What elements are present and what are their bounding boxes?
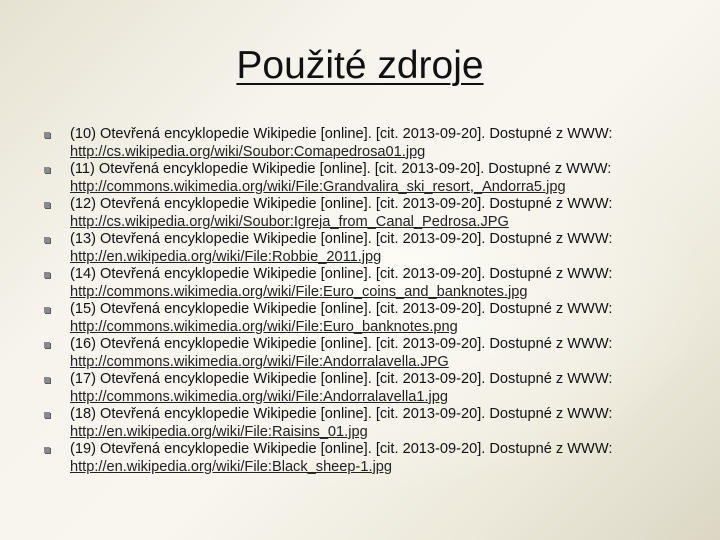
square-bullet-icon	[44, 342, 50, 348]
reference-list: (10) Otevřená encyklopedie Wikipedie [on…	[44, 126, 684, 476]
square-bullet-icon	[44, 167, 50, 173]
reference-text: (11) Otevřená encyklopedie Wikipedie [on…	[70, 161, 612, 177]
reference-link[interactable]: http://commons.wikimedia.org/wiki/File:G…	[70, 179, 684, 197]
reference-link[interactable]: http://en.wikipedia.org/wiki/File:Raisin…	[70, 424, 684, 442]
square-bullet-icon	[44, 237, 50, 243]
reference-link[interactable]: http://commons.wikimedia.org/wiki/File:E…	[70, 319, 684, 337]
reference-link[interactable]: http://en.wikipedia.org/wiki/File:Black_…	[70, 459, 684, 477]
reference-text: (19) Otevřená encyklopedie Wikipedie [on…	[70, 441, 613, 457]
square-bullet-icon	[44, 307, 50, 313]
square-bullet-icon	[44, 377, 50, 383]
list-item: (17) Otevřená encyklopedie Wikipedie [on…	[44, 371, 684, 406]
list-item: (12) Otevřená encyklopedie Wikipedie [on…	[44, 196, 684, 231]
list-item: (19) Otevřená encyklopedie Wikipedie [on…	[44, 441, 684, 476]
list-item: (14) Otevřená encyklopedie Wikipedie [on…	[44, 266, 684, 301]
reference-text: (17) Otevřená encyklopedie Wikipedie [on…	[70, 371, 613, 387]
reference-text: (18) Otevřená encyklopedie Wikipedie [on…	[70, 406, 613, 422]
square-bullet-icon	[44, 132, 50, 138]
reference-text: (12) Otevřená encyklopedie Wikipedie [on…	[70, 196, 613, 212]
reference-link[interactable]: http://cs.wikipedia.org/wiki/Soubor:Coma…	[70, 144, 684, 162]
reference-text: (16) Otevřená encyklopedie Wikipedie [on…	[70, 336, 613, 352]
square-bullet-icon	[44, 202, 50, 208]
reference-text: (13) Otevřená encyklopedie Wikipedie [on…	[70, 231, 613, 247]
reference-text: (10) Otevřená encyklopedie Wikipedie [on…	[70, 126, 613, 142]
list-item: (10) Otevřená encyklopedie Wikipedie [on…	[44, 126, 684, 161]
reference-text: (15) Otevřená encyklopedie Wikipedie [on…	[70, 301, 613, 317]
reference-link[interactable]: http://commons.wikimedia.org/wiki/File:E…	[70, 284, 684, 302]
reference-link[interactable]: http://commons.wikimedia.org/wiki/File:A…	[70, 389, 684, 407]
reference-link[interactable]: http://en.wikipedia.org/wiki/File:Robbie…	[70, 249, 684, 267]
list-item: (11) Otevřená encyklopedie Wikipedie [on…	[44, 161, 684, 196]
reference-link[interactable]: http://commons.wikimedia.org/wiki/File:A…	[70, 354, 684, 372]
list-item: (18) Otevřená encyklopedie Wikipedie [on…	[44, 406, 684, 441]
reference-text: (14) Otevřená encyklopedie Wikipedie [on…	[70, 266, 613, 282]
list-item: (15) Otevřená encyklopedie Wikipedie [on…	[44, 301, 684, 336]
square-bullet-icon	[44, 412, 50, 418]
square-bullet-icon	[44, 447, 50, 453]
list-item: (16) Otevřená encyklopedie Wikipedie [on…	[44, 336, 684, 371]
reference-link[interactable]: http://cs.wikipedia.org/wiki/Soubor:Igre…	[70, 214, 684, 232]
page-title: Použité zdroje	[236, 44, 484, 87]
list-item: (13) Otevřená encyklopedie Wikipedie [on…	[44, 231, 684, 266]
square-bullet-icon	[44, 272, 50, 278]
